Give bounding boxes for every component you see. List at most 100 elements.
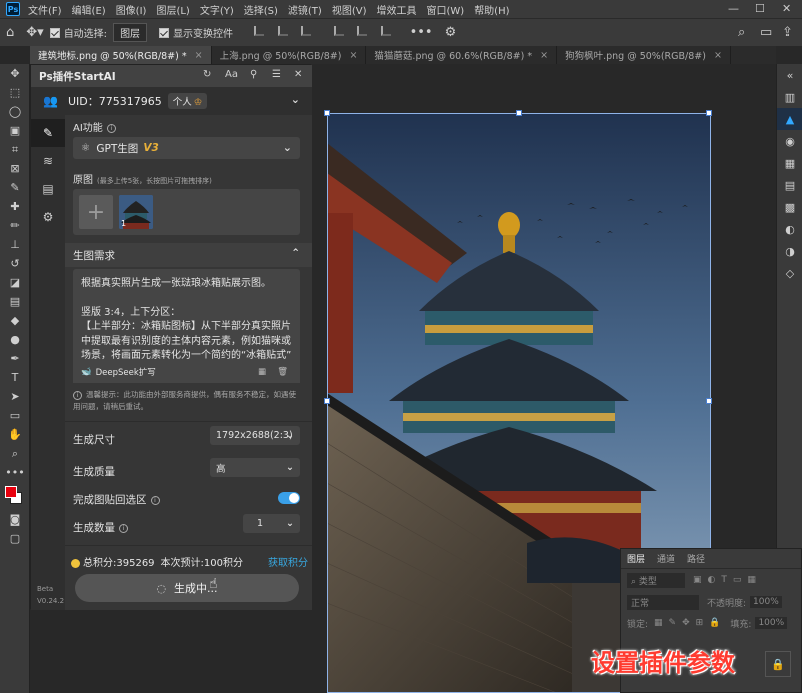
share-icon[interactable]: ⇪ — [782, 25, 793, 40]
quality-select[interactable]: 高 ⌄ — [210, 458, 300, 477]
crop-tool-icon[interactable]: ⌗ — [0, 140, 30, 159]
color-panel-icon[interactable]: ◉ — [777, 130, 802, 152]
brush-tool-icon[interactable]: ✏ — [0, 216, 30, 235]
menu-help[interactable]: 帮助(H) — [474, 2, 509, 17]
menu-edit[interactable]: 编辑(E) — [72, 2, 106, 17]
document-icon[interactable]: ▤ — [31, 175, 65, 203]
gear-icon[interactable]: ⚙ — [445, 25, 457, 40]
chevron-down-icon[interactable]: ⌄ — [291, 93, 300, 106]
opacity-input[interactable]: 100% — [750, 596, 782, 608]
add-image-button[interactable]: + — [79, 195, 113, 229]
history-panel-icon[interactable]: ▥ — [777, 86, 802, 108]
size-select[interactable]: 1792x2688(2:3) ⌄ — [210, 426, 300, 445]
auto-select-dropdown[interactable]: 图层 — [113, 23, 148, 42]
settings-icon[interactable]: ⚙ — [31, 203, 65, 231]
transform-handle[interactable] — [324, 398, 330, 404]
libraries-icon[interactable]: ◇ — [777, 262, 802, 284]
gradient-tool-icon[interactable]: ▤ — [0, 292, 30, 311]
menu-file[interactable]: 文件(F) — [28, 2, 62, 17]
align-right-icon[interactable] — [301, 26, 312, 36]
menu-plugins[interactable]: 增效工具 — [376, 2, 416, 17]
more-tools-icon[interactable]: ••• — [0, 463, 30, 482]
tab-paths[interactable]: 路径 — [681, 552, 711, 565]
quick-mask-icon[interactable]: ◙ — [0, 510, 30, 529]
stamp-tool-icon[interactable]: ⊥ — [0, 235, 30, 254]
get-credits-link[interactable]: 获取积分 — [268, 554, 308, 569]
healing-tool-icon[interactable]: ✚ — [0, 197, 30, 216]
transform-handle[interactable] — [324, 110, 330, 116]
eraser-tool-icon[interactable]: ◪ — [0, 273, 30, 292]
layer-kind-filter[interactable]: ⌕ 类型 — [627, 572, 685, 588]
align-top-icon[interactable] — [333, 26, 344, 36]
close-tab-icon[interactable]: × — [195, 50, 203, 61]
tab-document-3[interactable]: 猫猫蘑菇.png @ 60.6%(RGB/8#) * × — [366, 46, 558, 64]
align-left-icon[interactable] — [254, 26, 265, 36]
dodge-tool-icon[interactable]: ● — [0, 330, 30, 349]
move-tool-icon[interactable]: ✥ — [0, 64, 30, 83]
adjustments-icon[interactable]: ◑ — [777, 240, 802, 262]
close-tab-icon[interactable]: × — [349, 50, 357, 61]
source-thumbnail[interactable]: 1 — [119, 195, 153, 229]
menu-type[interactable]: 文字(Y) — [200, 2, 234, 17]
workspace-icon[interactable]: ▭ — [760, 25, 772, 40]
font-size-icon[interactable]: Aa — [225, 69, 238, 80]
lasso-tool-icon[interactable]: ◯ — [0, 102, 30, 121]
foreground-color-swatch[interactable] — [5, 486, 17, 498]
generate-button[interactable]: ◌ 生成中... — [75, 574, 299, 602]
history-icon[interactable]: ▦ — [258, 367, 266, 377]
minimize-icon[interactable]: — — [728, 2, 739, 15]
menu-select[interactable]: 选择(S) — [244, 2, 278, 17]
blur-tool-icon[interactable]: ◆ — [0, 311, 30, 330]
history-brush-icon[interactable]: ↺ — [0, 254, 30, 273]
shape-tool-icon[interactable]: ▭ — [0, 406, 30, 425]
color-swatches[interactable] — [0, 482, 30, 510]
menu-view[interactable]: 视图(V) — [332, 2, 367, 17]
close-icon[interactable]: ✕ — [294, 69, 302, 80]
fill-input[interactable]: 100% — [755, 617, 788, 629]
object-select-tool-icon[interactable]: ▣ — [0, 121, 30, 140]
close-tab-icon[interactable]: × — [540, 50, 548, 61]
home-icon[interactable]: ⌂ — [6, 25, 14, 40]
menu-layer[interactable]: 图层(L) — [156, 2, 189, 17]
pin-icon[interactable]: ⚲ — [250, 69, 257, 80]
marquee-tool-icon[interactable]: ⬚ — [0, 83, 30, 102]
chevron-up-icon[interactable]: ⌃ — [291, 247, 300, 259]
gradients-icon[interactable]: ▤ — [777, 174, 802, 196]
trash-icon[interactable]: 🗑 — [277, 367, 288, 377]
tab-document-4[interactable]: 狗狗枫叶.png @ 50%(RGB/8#) × — [557, 46, 731, 64]
edit-icon[interactable]: ✎ — [31, 119, 65, 147]
tab-document-1[interactable]: 建筑地标.png @ 50%(RGB/8#) * × — [30, 46, 212, 64]
frame-tool-icon[interactable]: ⊠ — [0, 159, 30, 178]
pen-tool-icon[interactable]: ✒ — [0, 349, 30, 368]
paste-back-toggle[interactable] — [278, 492, 300, 504]
blend-mode-select[interactable]: 正常 — [627, 594, 699, 610]
refresh-icon[interactable]: ↻ — [203, 69, 211, 80]
startai-plugin-icon[interactable]: ▲ — [777, 108, 802, 130]
type-tool-icon[interactable]: T — [0, 368, 30, 387]
menu-icon[interactable]: ☰ — [272, 69, 281, 80]
requirement-header[interactable]: 生图需求 ⌃ — [65, 243, 312, 267]
lock-icons[interactable]: ▦✎✥⊞🔒 — [654, 618, 726, 628]
tab-channels[interactable]: 通道 — [651, 552, 681, 565]
move-tool-icon[interactable]: ✥▾ — [26, 25, 43, 40]
deepseek-button[interactable]: DeepSeek扩写 — [96, 366, 156, 378]
transform-handle[interactable] — [706, 110, 712, 116]
zoom-tool-icon[interactable]: ⌕ — [0, 444, 30, 463]
menu-filter[interactable]: 滤镜(T) — [288, 2, 322, 17]
close-window-icon[interactable]: ✕ — [782, 2, 791, 15]
align-middle-icon[interactable] — [357, 26, 368, 36]
tab-document-2[interactable]: 上海.png @ 50%(RGB/8#) × — [212, 46, 367, 64]
collapse-panels-icon[interactable]: « — [777, 64, 802, 86]
hand-tool-icon[interactable]: ✋ — [0, 425, 30, 444]
maximize-icon[interactable]: ☐ — [755, 2, 765, 15]
patterns-icon[interactable]: ▩ — [777, 196, 802, 218]
count-select[interactable]: 1 ⌄ — [243, 514, 300, 533]
path-select-tool-icon[interactable]: ➤ — [0, 387, 30, 406]
filter-icons[interactable]: ▣◐T▭▦ — [693, 575, 762, 585]
more-icon[interactable]: ••• — [410, 25, 433, 40]
transform-handle[interactable] — [516, 110, 522, 116]
model-dropdown[interactable]: ⚛ GPT生图 V3 ⌄ — [73, 137, 300, 159]
tab-layers[interactable]: 图层 — [621, 552, 651, 565]
screen-mode-icon[interactable]: ▢ — [0, 529, 30, 548]
eyedropper-tool-icon[interactable]: ✎ — [0, 178, 30, 197]
